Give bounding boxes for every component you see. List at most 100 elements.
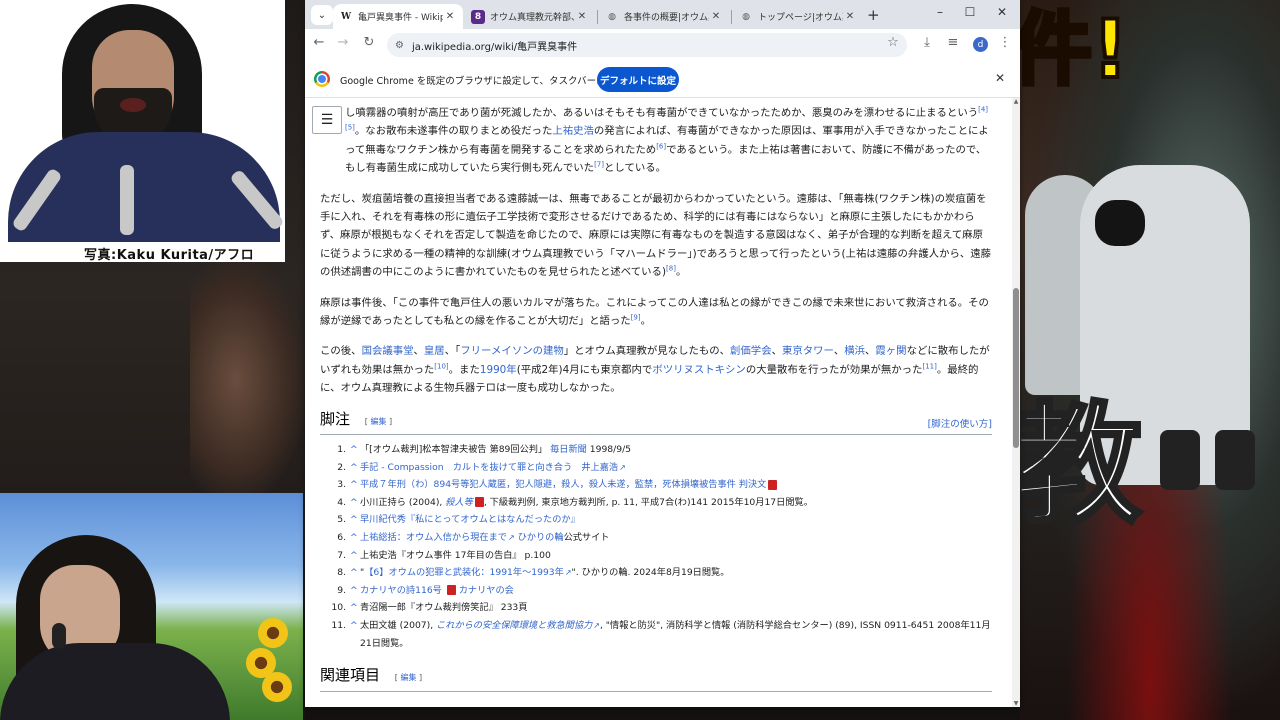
paragraph: ただし、炭疽菌培養の直接担当者である遠藤誠一は、無毒であることが最初からわかって… [320,192,992,279]
wikipedia-icon: W [340,11,352,22]
caret-up-icon[interactable]: ^ [350,494,360,512]
news-photo: 写真:Kaku Kurita/アフロ [0,0,285,262]
banner-text-mid: 教 [1010,389,1144,541]
bookmark-star-icon[interactable]: ☆ [883,35,903,50]
footnote-link[interactable]: 毎日新聞 [550,444,587,455]
footnote-list: 1. ^ 「[オウム裁判]松本智津夫被告 第89回公判」 毎日新聞 1998/9/… [320,441,992,652]
article-link[interactable]: 創価学会 [730,345,772,357]
footnote-link[interactable]: 上祐総括：オウム入信から現在まで [360,532,507,543]
article-link[interactable]: 国会議事堂 [362,345,414,357]
maximize-button[interactable]: ☐ [955,5,985,19]
footnote-item: 6. ^ 上祐総括：オウム入信から現在まで↗ ひかりの輪公式サイト [320,529,992,547]
article-link[interactable]: 1990年 [480,364,517,376]
caret-up-icon[interactable]: ^ [350,441,360,459]
caret-up-icon[interactable]: ^ [350,547,360,565]
address-bar[interactable]: ⚙ ja.wikipedia.org/wiki/亀戸異臭事件 [387,33,907,57]
tab-title: トップページ|オウム真理教 [758,13,843,23]
caret-up-icon[interactable]: ^ [350,529,360,547]
photo-caption: 写真:Kaku Kurita/アフロ [84,248,255,262]
pdf-icon [768,479,778,490]
footnote-link[interactable]: 殺人等 [445,497,473,508]
new-tab-button[interactable]: + [867,6,880,24]
site-info-icon[interactable]: ⚙ [395,40,404,51]
close-window-button[interactable]: ✕ [987,5,1017,19]
footnote-item: 1. ^ 「[オウム裁判]松本智津夫被告 第89回公判」 毎日新聞 1998/9/… [320,441,992,459]
ref-link[interactable]: [7] [594,161,604,169]
close-icon[interactable]: ✕ [995,71,1005,85]
footnote-link[interactable]: 【6】オウムの犯罪と武装化：1991年〜1993年 [364,567,564,578]
footnote-help-link[interactable]: [脚注の使い方] [928,416,992,434]
wikipedia-page: ☰ し噴霧器の噴射が高圧であり菌が死滅したか、あるいはそもそも有毒菌ができていな… [305,98,1020,707]
close-icon[interactable]: ✕ [709,11,723,22]
footnote-item: 9. ^ カナリヤの詩116号 カナリヤの会 [320,582,992,600]
close-icon[interactable]: ✕ [575,11,589,22]
tab-aum-news[interactable]: 8 オウム真理教元幹部、真 ✕ [465,4,595,29]
footnote-link[interactable]: 平成７年刑（わ）894号等犯人蔵匿，犯人隠避，殺人，殺人未遂，監禁，死体損壊被告… [360,479,766,490]
article-link[interactable]: 横浜 [844,345,865,357]
close-icon[interactable]: ✕ [443,11,457,22]
ref-link[interactable]: [11] [922,362,936,370]
ref-link[interactable]: [10] [434,362,448,370]
caret-up-icon[interactable]: ^ [350,459,360,477]
media-control-icon[interactable]: ≡ [943,35,963,50]
scroll-down-icon[interactable]: ▼ [1012,700,1020,707]
related-heading: 関連項目 [ 編集 ] [320,666,992,692]
article-link[interactable]: 霞ヶ関 [875,345,906,357]
tab-title: 各事件の概要|オウム真 [624,13,709,23]
caret-up-icon[interactable]: ^ [350,582,360,600]
footnote-link[interactable]: カナリヤの詩116号 [360,585,442,596]
forward-arrow-icon[interactable]: → [333,35,353,50]
chrome-logo-icon [314,71,330,87]
article-link[interactable]: 東京タワー [782,345,834,357]
tab-title: オウム真理教元幹部、真 [490,13,575,23]
caret-up-icon[interactable]: ^ [350,476,360,494]
tab-incident-summary[interactable]: ◍ 各事件の概要|オウム真 ✕ [599,4,729,29]
caret-up-icon[interactable]: ^ [350,617,360,652]
gas-mask [1095,200,1145,246]
footnote-link[interactable]: ひかりの輪 [518,532,564,543]
download-icon[interactable]: ⤓ [917,35,937,50]
edit-section-link[interactable]: 編集 [400,673,416,682]
tab-title: 亀戸異臭事件 - Wikiped [358,13,443,23]
footnote-link[interactable]: これからの安全保障環境と救急間協力 [436,620,592,631]
ref-link[interactable]: [6] [656,142,666,150]
footnote-item: 10. ^ 青沼陽一郎『オウム裁判傍笑記』 233頁 [320,599,992,617]
article-body: し噴霧器の噴射が高圧であり菌が死滅したか、あるいはそもそも有毒菌ができていなかっ… [320,104,992,698]
banner-text-top: 件! [1010,3,1131,96]
tab-search-button[interactable]: ⌄ [311,5,333,25]
footnote-link[interactable]: 手記 - Compassion カルトを抜けて罪と向き合う 井上嘉浩 [360,462,618,473]
article-link[interactable]: フリーメイソンの建物 [460,345,564,357]
ref-link[interactable]: [8] [666,265,676,273]
minimize-button[interactable]: – [925,5,955,19]
close-icon[interactable]: ✕ [843,11,857,22]
edit-section-link[interactable]: 編集 [370,417,386,426]
scroll-up-icon[interactable]: ▲ [1012,98,1020,105]
footnote-link[interactable]: カナリヤの会 [459,585,514,596]
paragraph: し噴霧器の噴射が高圧であり菌が死滅したか、あるいはそもそも有毒菌ができていなかっ… [345,105,989,175]
footnote-link[interactable]: 早川紀代秀『私にとってオウムとはなんだったのか』 [360,514,580,525]
profile-avatar[interactable]: d [973,37,988,52]
ref-link[interactable]: [9] [631,314,641,322]
set-default-button[interactable]: デフォルトに設定 [597,67,679,92]
footnote-item: 5. ^ 早川紀代秀『私にとってオウムとはなんだったのか』 [320,511,992,529]
page-scrollbar[interactable]: ▲ ▼ [1012,98,1020,707]
article-link[interactable]: ボツリヌストキシン [652,364,746,376]
tab-top-page[interactable]: ◍ トップページ|オウム真理教 ✕ [733,4,863,29]
external-link-icon: ↗ [593,621,600,631]
article-link[interactable]: 皇居 [424,345,445,357]
caret-up-icon[interactable]: ^ [350,511,360,529]
scrollbar-thumb[interactable] [1013,288,1019,448]
reload-icon[interactable]: ↻ [359,35,379,50]
menu-kebab-icon[interactable]: ⋮ [995,35,1015,50]
caret-up-icon[interactable]: ^ [350,564,360,582]
background-figure [190,260,305,500]
tab-wikipedia[interactable]: W 亀戸異臭事件 - Wikiped ✕ [333,4,463,29]
footnote-item: 7. ^ 上祐史浩『オウム事件 17年目の告白』 p.100 [320,547,992,565]
tab-strip: ⌄ W 亀戸異臭事件 - Wikiped ✕ 8 オウム真理教元幹部、真 ✕ ◍… [305,0,1020,29]
external-link-icon: ↗ [619,462,626,472]
article-link[interactable]: 上祐史浩 [552,125,594,137]
back-arrow-icon[interactable]: ← [309,35,329,50]
url-text[interactable]: ja.wikipedia.org/wiki/亀戸異臭事件 [412,38,577,53]
footnote-item: 4. ^ 小川正持ら (2004), 殺人等, 下級裁判例, 東京地方裁判所, p… [320,494,992,512]
caret-up-icon[interactable]: ^ [350,599,360,617]
